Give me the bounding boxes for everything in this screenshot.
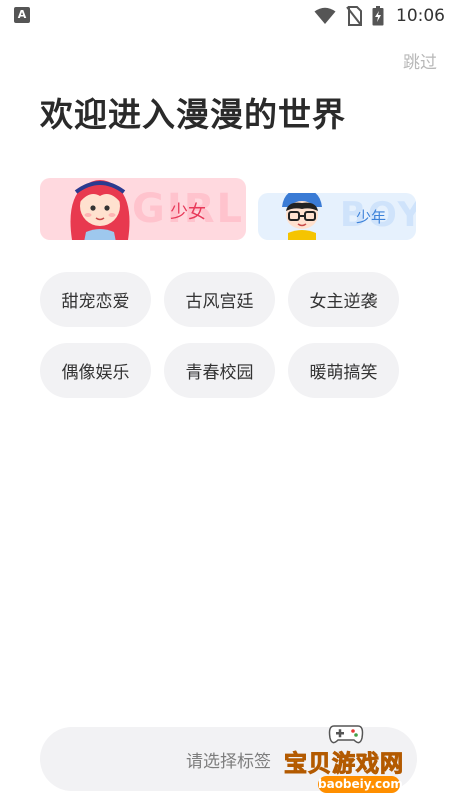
girl-label: 少女	[170, 202, 206, 223]
battery-charging-icon	[372, 6, 384, 26]
gamepad-icon	[328, 725, 364, 744]
girl-avatar-icon	[70, 180, 130, 240]
notification-app-icon: A	[14, 7, 30, 23]
gender-card-boy[interactable]: BOY 少年	[258, 193, 416, 240]
tag-chip[interactable]: 甜宠恋爱	[40, 272, 151, 327]
status-bar: A 10:06	[0, 0, 457, 32]
watermark-logo: 宝贝游戏网 baobeiy.com	[284, 716, 450, 808]
status-icons: 10:06	[314, 4, 445, 28]
boy-avatar-icon	[282, 193, 322, 240]
tag-chip[interactable]: 女主逆袭	[288, 272, 399, 327]
boy-label: 少年	[356, 208, 387, 226]
no-sim-icon	[346, 6, 362, 26]
tag-chip[interactable]: 青春校园	[164, 343, 275, 398]
tag-chip[interactable]: 古风宫廷	[164, 272, 275, 327]
tag-chip[interactable]: 偶像娱乐	[40, 343, 151, 398]
status-time: 10:06	[396, 6, 445, 26]
watermark-url: baobeiy.com	[318, 776, 403, 793]
page-title: 欢迎进入漫漫的世界	[40, 95, 346, 134]
skip-button[interactable]: 跳过	[403, 48, 437, 73]
watermark-name: 宝贝游戏网	[284, 751, 404, 778]
tag-grid: 甜宠恋爱 古风宫廷 女主逆袭 偶像娱乐 青春校园 暖萌搞笑	[40, 272, 417, 398]
wifi-icon	[314, 7, 336, 24]
gender-card-girl[interactable]: GIRL 少女	[40, 178, 246, 240]
tag-chip[interactable]: 暖萌搞笑	[288, 343, 399, 398]
